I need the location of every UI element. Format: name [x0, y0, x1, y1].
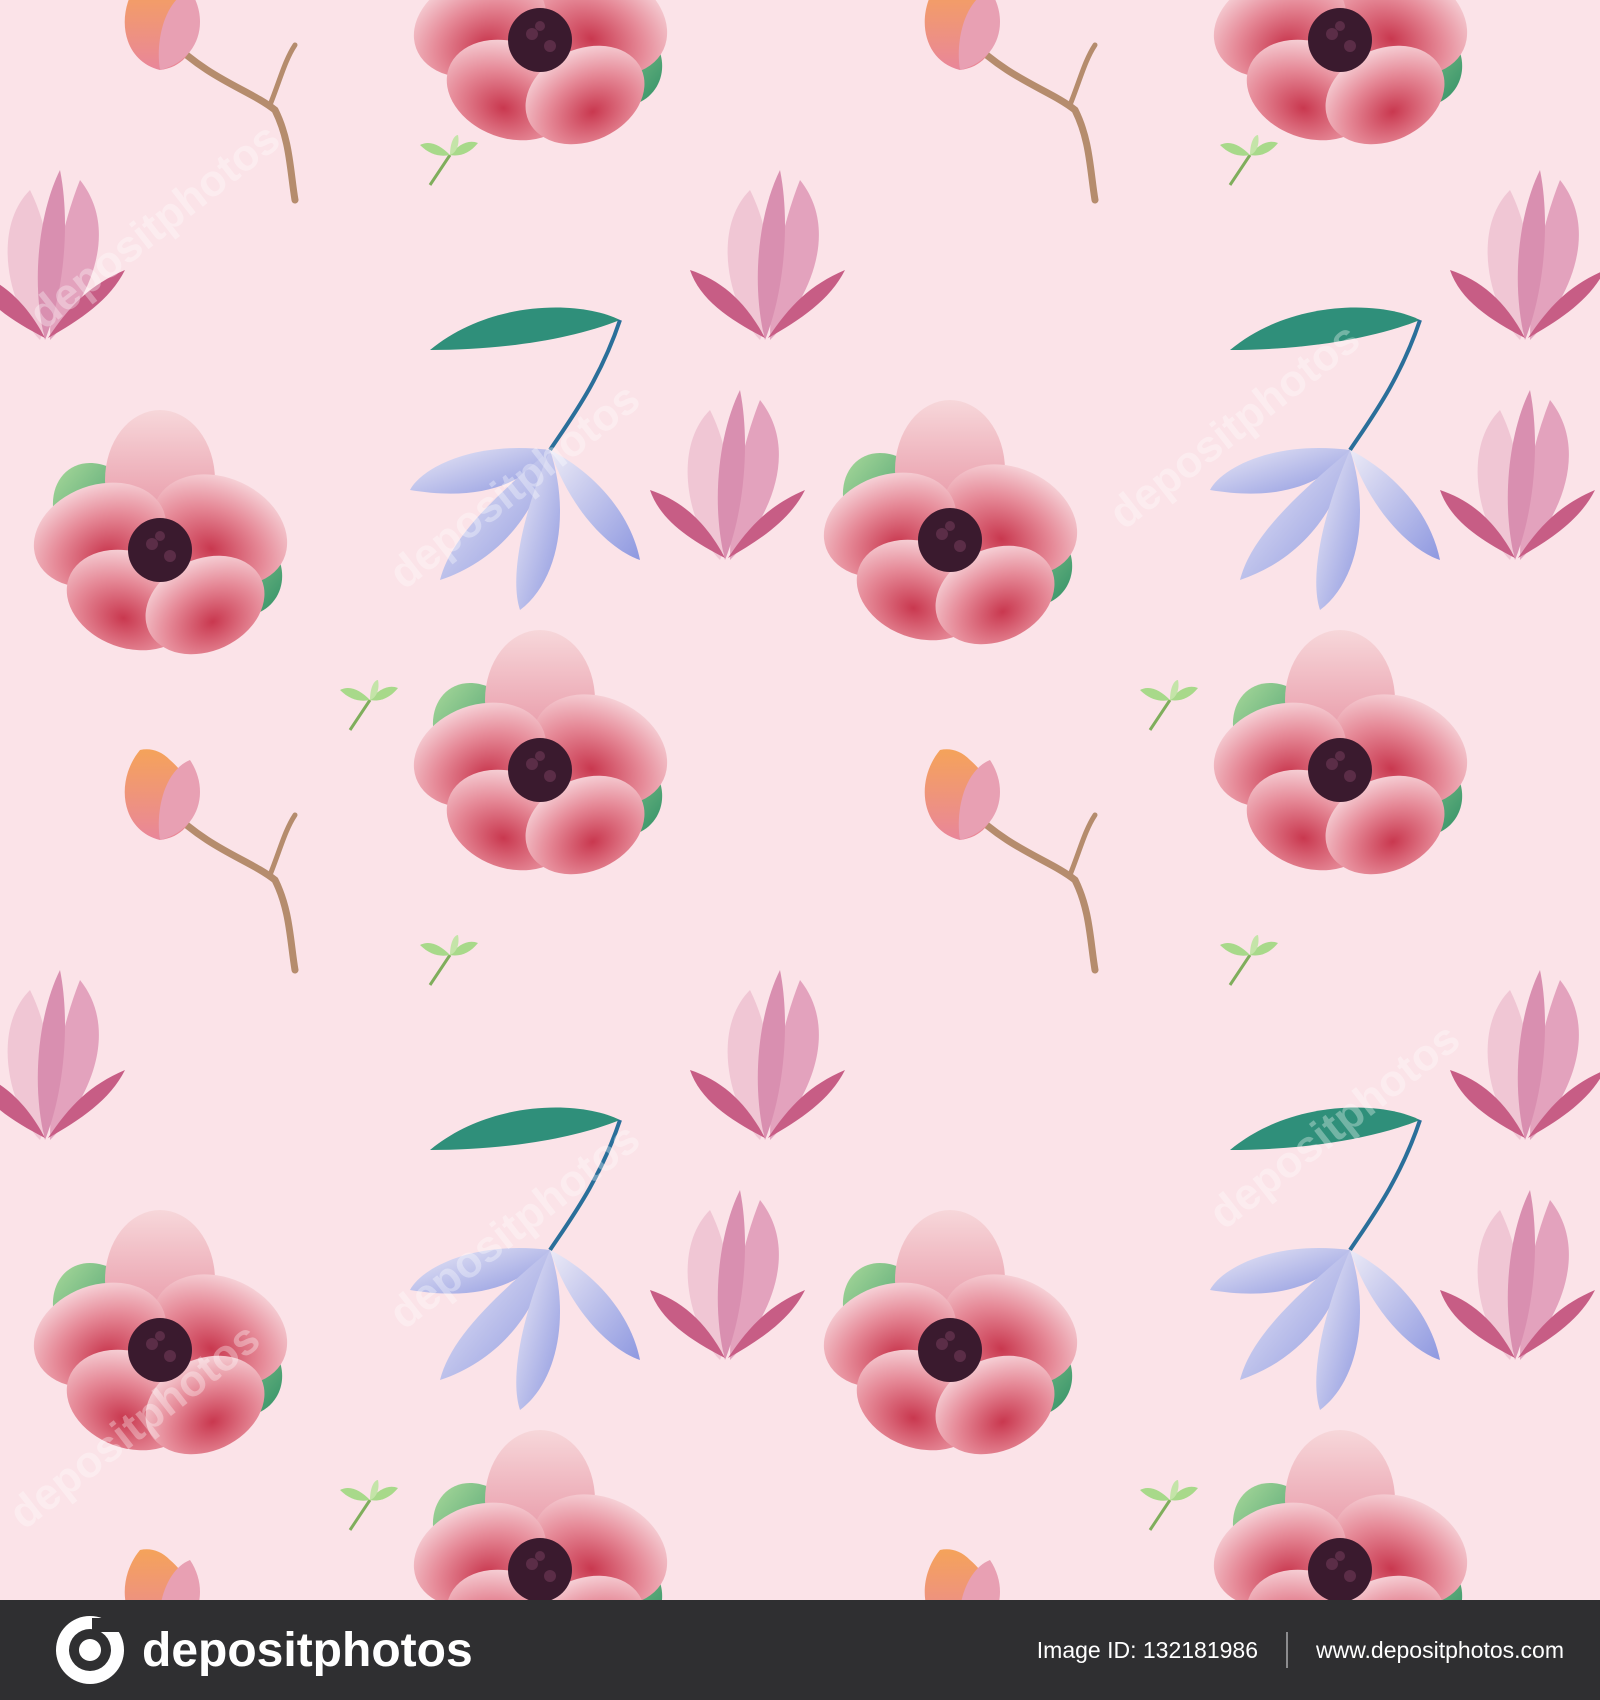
pattern-tile — [0, 0, 1095, 987]
footer-info: Image ID: 132181986 www.depositphotos.co… — [1037, 1632, 1564, 1668]
footer-divider — [1285, 1632, 1288, 1668]
brand-logo[interactable]: depositphotos — [52, 1612, 473, 1688]
brand-name: depositphotos — [142, 1623, 473, 1677]
floral-pattern-artwork: depositphotos depositphotos depositphoto… — [0, 0, 1600, 1600]
stock-footer-bar: depositphotos Image ID: 132181986 www.de… — [0, 1600, 1600, 1700]
depositphotos-logo-icon — [56, 1616, 124, 1684]
pattern-tile — [0, 970, 1600, 1600]
site-url-link[interactable]: www.depositphotos.com — [1316, 1637, 1564, 1664]
image-id-label: Image ID: 132181986 — [1036, 1636, 1258, 1663]
magnolia-pattern-svg — [0, 0, 1600, 1600]
